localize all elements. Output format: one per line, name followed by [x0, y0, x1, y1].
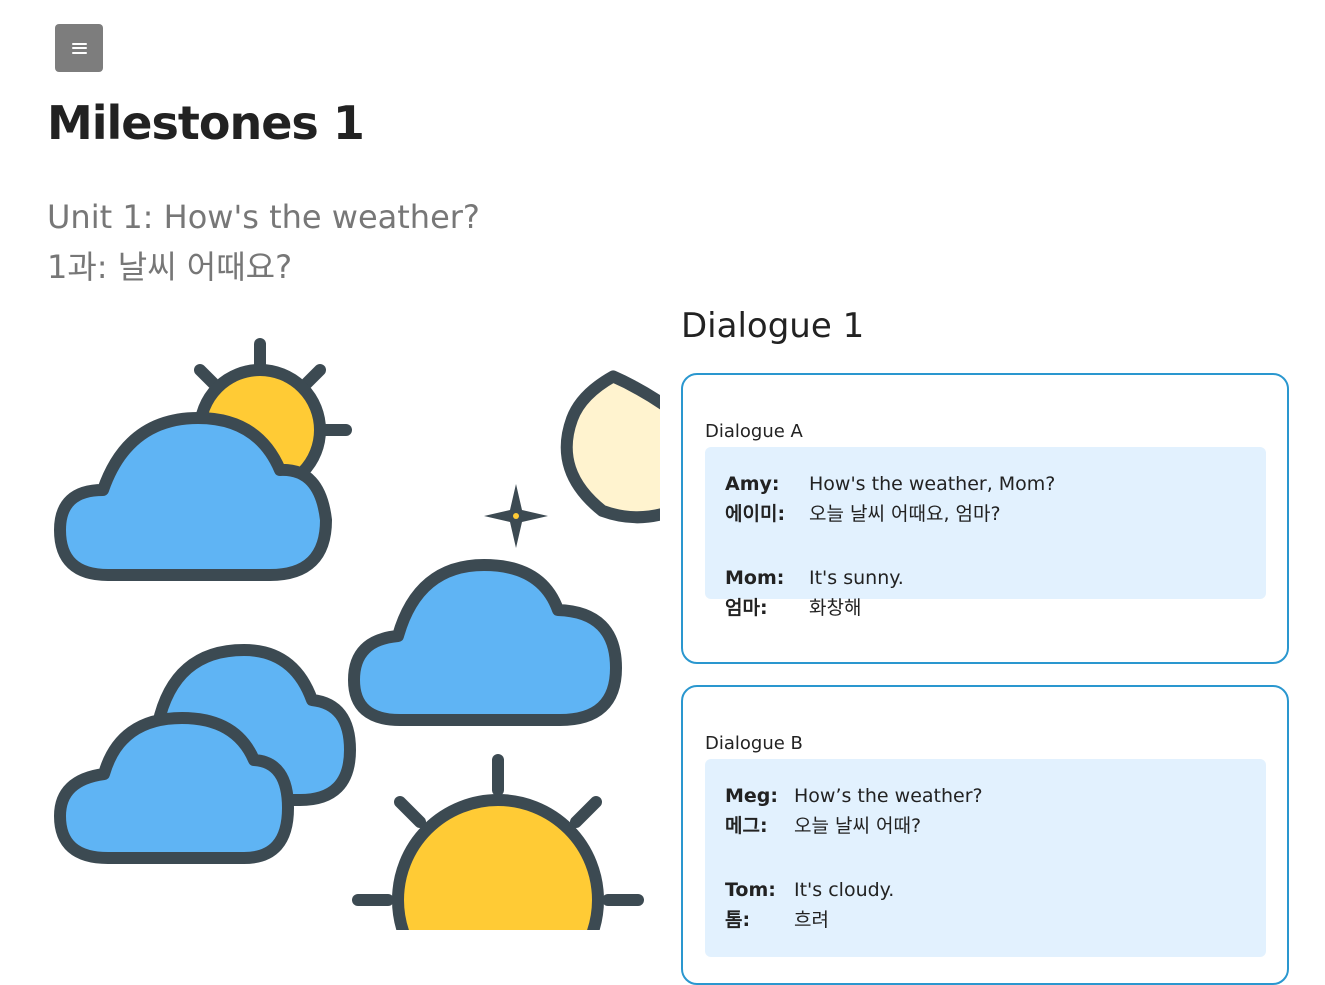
dialogue-line: 톰: 흐려	[725, 905, 1246, 935]
dialogue-line: Tom: It's cloudy.	[725, 875, 1246, 905]
speaker-name: Meg:	[725, 785, 778, 807]
speaker-name: 에이미:	[725, 503, 786, 525]
line-text: 오늘 날씨 어때?	[794, 815, 922, 837]
line-text: It's cloudy.	[794, 879, 895, 901]
line-text: How's the weather, Mom?	[809, 473, 1056, 495]
speaker-name: 엄마:	[725, 597, 768, 619]
speaker-name: Amy:	[725, 473, 780, 495]
dialogue-line: Mom: It's sunny.	[725, 563, 1246, 593]
menu-button[interactable]	[55, 24, 103, 72]
dialogue-line: 엄마: 화창해	[725, 593, 1246, 623]
speaker-name: 메그:	[725, 815, 768, 837]
line-text: 흐려	[794, 909, 829, 931]
page-title: Milestones 1	[47, 96, 365, 150]
line-text: It's sunny.	[809, 567, 904, 589]
dialogue-line: 에이미: 오늘 날씨 어때요, 엄마?	[725, 499, 1246, 529]
dialogue-line: 메그: 오늘 날씨 어때?	[725, 811, 1246, 841]
speaker-name: 톰:	[725, 909, 751, 931]
night-cloud-moon-icon	[348, 370, 660, 726]
dialogue-line: Amy: How's the weather, Mom?	[725, 469, 1246, 499]
dialogue-card-b: Dialogue B Meg: How’s the weather? 메그: 오…	[681, 685, 1289, 985]
cloudy-icon	[54, 644, 356, 864]
line-text: How’s the weather?	[794, 785, 983, 807]
sun-icon	[352, 754, 644, 930]
speaker-name: Mom:	[725, 567, 785, 589]
unit-subtitle: Unit 1: How's the weather? 1과: 날씨 어때요?	[47, 192, 480, 292]
subtitle-korean: 1과: 날씨 어때요?	[47, 248, 293, 286]
speaker-name: Tom:	[725, 879, 776, 901]
dialogue-card-a: Dialogue A Amy: How's the weather, Mom? …	[681, 373, 1289, 664]
hamburger-menu-icon	[71, 42, 87, 54]
weather-illustration	[54, 338, 660, 930]
dialogue-line: Meg: How’s the weather?	[725, 781, 1246, 811]
dialogue-box: Amy: How's the weather, Mom? 에이미: 오늘 날씨 …	[705, 447, 1266, 619]
dialogue-label: Dialogue B	[705, 733, 803, 754]
dialogue-heading: Dialogue 1	[681, 306, 865, 346]
dialogue-label: Dialogue A	[705, 421, 803, 442]
line-text: 오늘 날씨 어때요, 엄마?	[809, 503, 1001, 525]
line-text: 화창해	[809, 597, 862, 619]
partly-sunny-cloud-icon	[54, 338, 352, 581]
dialogue-box: Meg: How’s the weather? 메그: 오늘 날씨 어때? To…	[705, 759, 1266, 957]
subtitle-english: Unit 1: How's the weather?	[47, 198, 480, 236]
